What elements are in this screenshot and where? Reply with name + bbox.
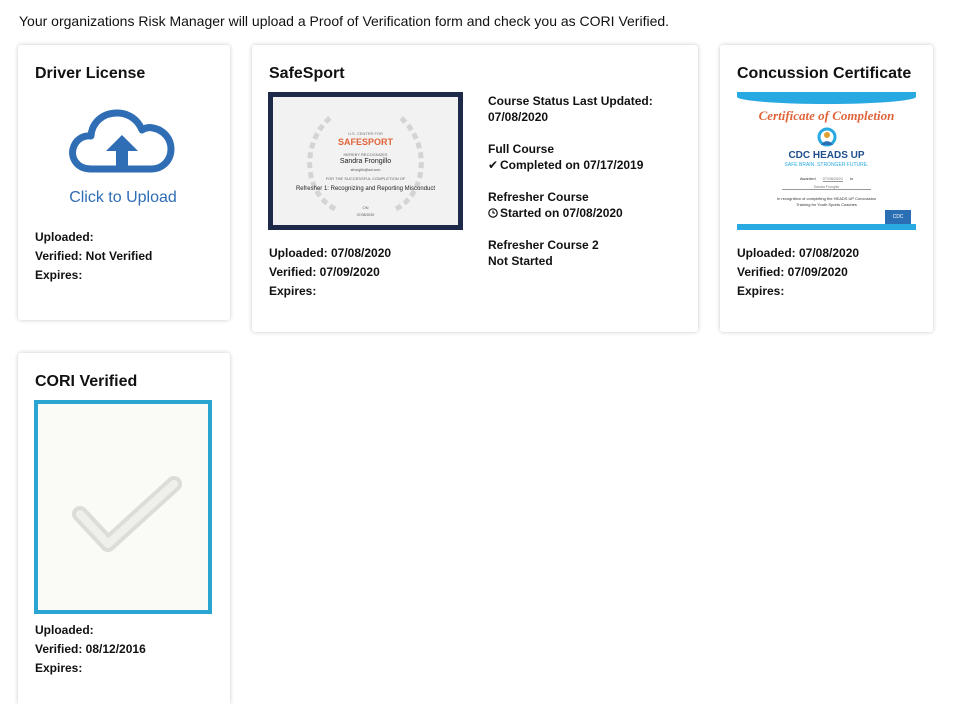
- safesport-meta: Uploaded: 07/08/2020 Verified: 07/09/202…: [269, 244, 391, 301]
- course-status: Course Status Last Updated: 07/08/2020 F…: [488, 93, 653, 285]
- cert-line2: FOR THE SUCCESSFUL COMPLETION OF: [325, 176, 406, 181]
- cert-awarded-row: Awarded 07/08/2020 to: [799, 176, 854, 182]
- clock-icon: [488, 205, 500, 221]
- cert-brand: CDC HEADS UP: [788, 150, 865, 161]
- cori-verified-image[interactable]: [34, 400, 212, 614]
- safesport-card: SafeSport U.S. CENTER FOR SAFESPORT HERE…: [252, 45, 698, 332]
- verified-text: Verified: Not Verified: [35, 249, 153, 263]
- checkmark-icon: ✔: [488, 158, 499, 172]
- cert-line1: HEREBY RECOGNIZES: [343, 152, 388, 157]
- driver-license-title: Driver License: [35, 65, 146, 82]
- verified-text: Verified: 07/09/2020: [737, 265, 848, 279]
- concussion-title: Concussion Certificate: [737, 65, 912, 82]
- verified-text: Verified: 07/09/2020: [269, 265, 380, 279]
- safesport-certificate-thumbnail[interactable]: U.S. CENTER FOR SAFESPORT HEREBY RECOGNI…: [268, 92, 463, 230]
- cert-heading: Certificate of Completion: [758, 108, 895, 123]
- concussion-card: Concussion Certificate Certificate of Co…: [720, 45, 933, 332]
- status-refresher-2: Refresher Course 2 Not Started: [488, 238, 599, 268]
- cdc-banner-bottom: [737, 224, 916, 230]
- cdc-badge: CDC: [885, 210, 911, 224]
- uploaded-text: Uploaded: 07/08/2020: [737, 246, 860, 260]
- cert-recognition: In recognition of completing the HEADS U…: [776, 196, 877, 201]
- cert-name: Sandra Frongillo: [339, 158, 392, 165]
- status-full-course: Full Course ✔ Completed on 07/17/2019: [488, 142, 644, 172]
- cori-card: CORI Verified Uploaded: Verified: 08/12/…: [18, 353, 230, 704]
- org-top: U.S. CENTER FOR: [348, 131, 383, 136]
- cert-recognition-2: Training for Youth Sports Coaches: [796, 202, 857, 207]
- driver-license-card: Driver License Click to Upload Uploaded:…: [18, 45, 230, 320]
- upload-label: Click to Upload: [69, 189, 177, 206]
- expires-text: Expires:: [35, 661, 83, 675]
- safesport-certificate-page: U.S. CENTER FOR SAFESPORT HEREBY RECOGNI…: [273, 97, 458, 225]
- status-last-updated: Course Status Last Updated: 07/08/2020: [488, 94, 653, 124]
- cori-meta: Uploaded: Verified: 08/12/2016 Expires:: [35, 621, 146, 678]
- expires-text: Expires:: [737, 284, 785, 298]
- concussion-meta: Uploaded: 07/08/2020 Verified: 07/09/202…: [737, 244, 859, 301]
- org-name: SAFESPORT: [337, 137, 393, 147]
- driver-license-upload-button[interactable]: Click to Upload: [65, 107, 181, 207]
- expires-text: Expires:: [35, 268, 83, 282]
- cert-tagline: SAFE BRAIN. STRONGER FUTURE.: [784, 162, 869, 168]
- cdc-heads-up-logo-icon: [817, 127, 837, 147]
- cori-title: CORI Verified: [35, 373, 138, 390]
- expires-text: Expires:: [269, 284, 317, 298]
- cert-date: 07/08/2020: [356, 213, 375, 217]
- uploaded-text: Uploaded:: [35, 230, 94, 244]
- safesport-title: SafeSport: [269, 65, 345, 82]
- cert-course: Refresher 1: Recognizing and Reporting M…: [295, 186, 436, 192]
- cori-notice: Your organizations Risk Manager will upl…: [19, 13, 670, 29]
- cert-email: sfrongillo@aol.com: [350, 168, 381, 172]
- cloud-upload-icon: [69, 109, 175, 173]
- cdc-banner-top: [737, 92, 916, 104]
- cert-name: Sandra Frongillo: [782, 185, 871, 190]
- verified-text: Verified: 08/12/2016: [35, 642, 146, 656]
- uploaded-text: Uploaded:: [35, 623, 94, 637]
- concussion-certificate-thumbnail[interactable]: Certificate of Completion CDC HEADS UP S…: [737, 92, 916, 230]
- status-refresher: Refresher Course Started on 07/08/2020: [488, 190, 623, 221]
- cert-on: ON: [362, 205, 369, 210]
- checkmark-icon: [72, 476, 182, 552]
- uploaded-text: Uploaded: 07/08/2020: [269, 246, 392, 260]
- driver-license-meta: Uploaded: Verified: Not Verified Expires…: [35, 228, 152, 285]
